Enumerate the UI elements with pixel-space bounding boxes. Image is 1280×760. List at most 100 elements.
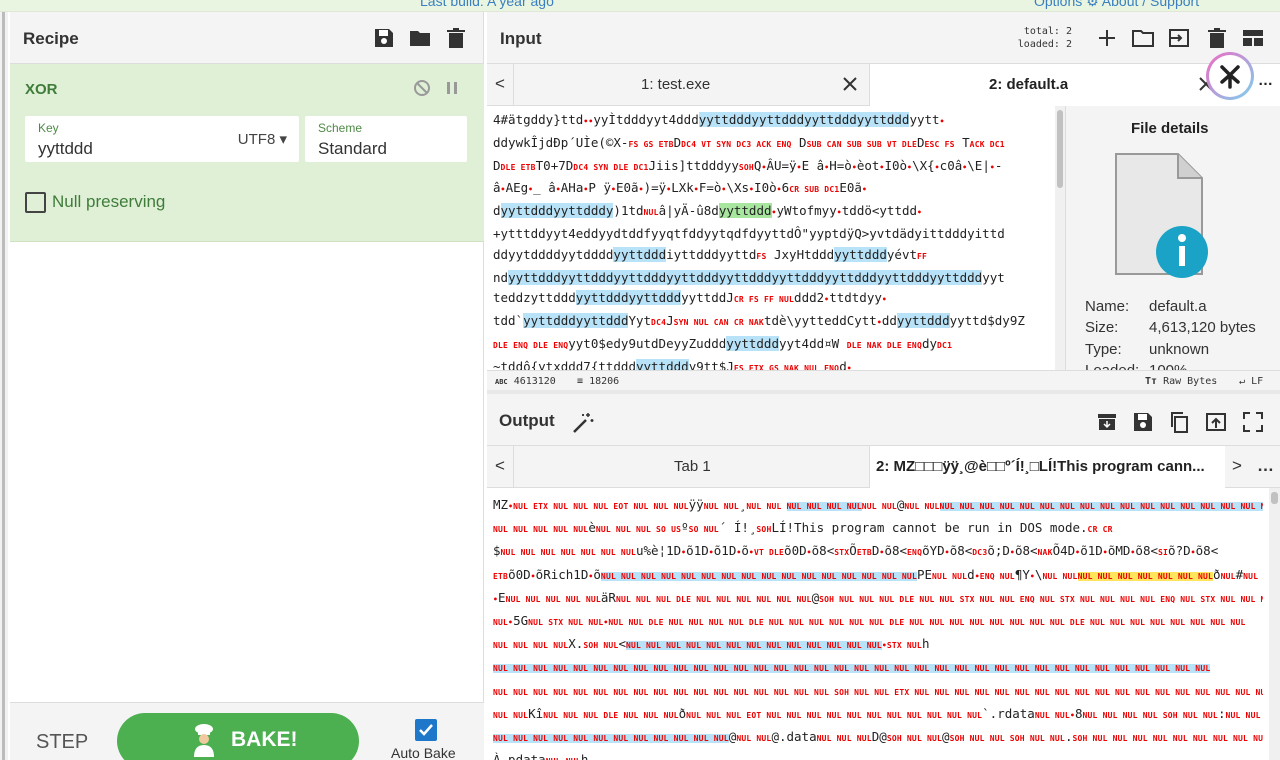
encoding-value: UTF8 — [237, 131, 276, 148]
trash-icon[interactable] — [444, 26, 468, 50]
tab-next-icon[interactable]: > — [1232, 456, 1242, 476]
folder-icon[interactable] — [408, 26, 432, 50]
input-pane: Input total: 2 loaded: 2 < 1: test.exe 2… — [487, 12, 1280, 390]
recipe-header: Recipe — [10, 12, 483, 64]
top-banner: Last build: A year ago Options ⚙ About /… — [0, 0, 1280, 12]
scheme-select[interactable]: Standard — [318, 139, 387, 159]
output-line: NUL NULKîNUL NUL NUL DLE NUL NUL NULðNUL… — [493, 705, 1263, 721]
detail-size: Size: 4,613,120 bytes — [1085, 319, 1256, 336]
upload-icon[interactable] — [1204, 410, 1228, 434]
scrollbar-thumb[interactable] — [1271, 492, 1278, 504]
input-line: DLE ENQ DLE ENQyyt0$edy9utdDeyyZudddyytt… — [493, 335, 953, 351]
bake-bar: STEP BAKE! Auto Bake — [10, 702, 484, 760]
input-line: ddywkÎjdÐp´UÌe(©X-FS GS ETBDDC4 VT SYN D… — [493, 134, 1005, 150]
input-line: ~tddô{ytxddd7{ttdddyyttdddy9tt$JFS ETX G… — [493, 357, 1049, 370]
auto-bake-toggle[interactable]: Auto Bake — [382, 719, 472, 760]
input-line: teddzyttdddyyttdddyyttdddyyttddJCR FS FF… — [493, 290, 887, 306]
encoding-button[interactable]: Tт Raw Bytes — [1145, 376, 1217, 387]
tab-label: 2: MZ□□□ÿÿ¸@è□□º´Í!¸□LÍ!This program can… — [876, 458, 1205, 475]
output-textarea[interactable]: MZ•NUL ETX NUL NUL NUL EOT NUL NUL NULÿÿ… — [487, 488, 1269, 760]
key-label: Key — [38, 121, 59, 135]
folder-icon[interactable] — [1131, 26, 1155, 50]
input-line: +ytttddyyt4eddyydtddfyyqtfddyytqdfdyyttd… — [493, 225, 1005, 241]
import-icon[interactable] — [1167, 26, 1191, 50]
scrollbar-thumb[interactable] — [1057, 110, 1063, 188]
input-line: dyyttdddyyttdddy)1tdNULâ|yÄ-û8dyyttddd•y… — [493, 203, 923, 219]
output-line: NUL NUL NUL NULX.SOH NUL<NUL NUL NUL NUL… — [493, 636, 930, 652]
close-icon[interactable] — [841, 75, 859, 93]
lines-icon: ≡ — [577, 376, 584, 387]
key-encoding-dropdown[interactable]: UTF8 ▾ — [238, 130, 287, 148]
input-line: DDLE ETBT0+7DDC4 SYN DLE DC1Jiis]ttdddyy… — [493, 157, 1003, 173]
operation-name: XOR — [25, 81, 58, 98]
save-icon[interactable] — [372, 26, 396, 50]
tab-prev-icon[interactable]: < — [495, 456, 505, 476]
disable-icon[interactable] — [412, 78, 432, 98]
copy-icon[interactable] — [1167, 410, 1191, 434]
input-line: ddyytddddyytddddyyttdddiyttdddyyttdFS Jx… — [493, 246, 928, 262]
file-info-icon — [1102, 148, 1212, 288]
output-header: Output — [487, 394, 1280, 446]
detail-name: Name: default.a — [1085, 298, 1207, 315]
plus-icon[interactable] — [1095, 26, 1119, 50]
layout-icon[interactable] — [1241, 26, 1265, 50]
output-pane: Output < Tab 1 2: MZ□□□ÿÿ¸@è□□º´Í!¸□LÍ!T… — [487, 394, 1280, 760]
key-field[interactable]: Key yyttddd UTF8 ▾ — [25, 116, 299, 162]
output-tab-2[interactable]: 2: MZ□□□ÿÿ¸@è□□º´Í!¸□LÍ!This program can… — [869, 446, 1225, 488]
step-button[interactable]: STEP — [36, 731, 88, 754]
input-textarea[interactable]: 4#ätgddy}ttd••yyÌtdddyyt4dddyyttdddyyttd… — [487, 106, 1055, 370]
output-line: NUL•5GNUL STX NUL NUL•NUL NUL DLE NUL NU… — [493, 613, 1246, 629]
file-details-panel: File details Name: default.a Size: 4,613,1… — [1065, 106, 1280, 370]
recipe-pane: Recipe XOR Key yyttddd UTF8 ▾ Scheme Sta… — [10, 12, 484, 760]
left-splitter[interactable] — [0, 12, 8, 760]
checkbox-box[interactable] — [25, 192, 46, 213]
auto-bake-checkbox[interactable] — [415, 719, 437, 741]
line-count: ≡ 18206 — [577, 376, 620, 387]
more-tabs-icon[interactable]: … — [1257, 456, 1274, 476]
output-line: $NUL NUL NUL NUL NUL NUL NULu%è¦1D•õ1D•õ… — [493, 543, 1219, 559]
detail-type: Type: unknown — [1085, 341, 1210, 358]
eol-button[interactable]: ↵ LF — [1239, 376, 1263, 387]
file-details-title: File details — [1131, 120, 1209, 137]
tab-prev-icon[interactable]: < — [495, 74, 505, 94]
key-input[interactable]: yyttddd — [38, 139, 93, 159]
trash-icon[interactable] — [1205, 26, 1229, 50]
splitter-grip[interactable] — [2, 12, 5, 760]
assistant-avatar-icon[interactable] — [1206, 52, 1254, 100]
archive-icon[interactable] — [1095, 410, 1119, 434]
input-stats: total: 2 loaded: 2 — [1012, 25, 1072, 51]
scheme-field[interactable]: Scheme Standard — [305, 116, 467, 162]
input-status-bar: ABC 4613120 ≡ 18206 Tт Raw Bytes ↵ LF — [487, 370, 1280, 390]
output-line: ETBõ0D•õRich1D•õNUL NUL NUL NUL NUL NUL … — [493, 566, 1263, 582]
fullscreen-icon[interactable] — [1241, 410, 1265, 434]
recipe-title: Recipe — [23, 29, 79, 48]
more-tabs-icon[interactable]: … — [1258, 72, 1273, 89]
input-line: 4#ätgddy}ttd••yyÌtdddyyt4dddyyttdddyyttd… — [493, 112, 945, 127]
output-tab-1[interactable]: Tab 1 — [513, 446, 869, 488]
loaded-count: loaded: 2 — [1017, 39, 1072, 50]
options-about-links[interactable]: Options ⚙ About / Support — [1034, 0, 1199, 10]
magic-wand-icon[interactable] — [571, 411, 595, 435]
caret-down-icon: ▾ — [279, 131, 287, 148]
scheme-label: Scheme — [318, 121, 363, 135]
tab-label: 1: test.exe — [641, 76, 711, 93]
input-header: Input total: 2 loaded: 2 — [487, 12, 1280, 64]
output-line: À.pdataNUL NULh — [493, 752, 589, 760]
output-line: NUL NUL NUL NUL NUL NUL NUL NUL NUL NUL … — [493, 687, 1263, 697]
input-title: Input — [500, 29, 542, 48]
xor-operation[interactable]: XOR Key yyttddd UTF8 ▾ Scheme Standard N… — [10, 64, 484, 242]
output-line: •ENUL NUL NUL NUL NULäRNUL NUL NUL DLE N… — [493, 589, 1263, 605]
input-tabs: < 1: test.exe 2: default.a … — [487, 64, 1280, 106]
pause-icon[interactable] — [442, 78, 462, 98]
input-tab-1[interactable]: 1: test.exe — [513, 64, 869, 106]
save-icon[interactable] — [1131, 410, 1155, 434]
bake-button[interactable]: BAKE! — [117, 713, 359, 760]
last-build-link[interactable]: Last build: A year ago — [420, 0, 554, 9]
input-line: ndyyttdddyyttdddyyttdddyyttdddyyttdddyyt… — [493, 269, 1005, 285]
chef-icon — [189, 723, 219, 757]
output-scrollbar[interactable] — [1269, 488, 1280, 760]
tab-label: 2: default.a — [989, 76, 1069, 93]
input-line: tdd`yyttdddyyttdddYytDC4JSYN NUL CAN CR … — [493, 313, 1025, 329]
detail-loaded: Loaded:100% — [1085, 362, 1187, 370]
input-scrollbar[interactable] — [1055, 106, 1065, 370]
